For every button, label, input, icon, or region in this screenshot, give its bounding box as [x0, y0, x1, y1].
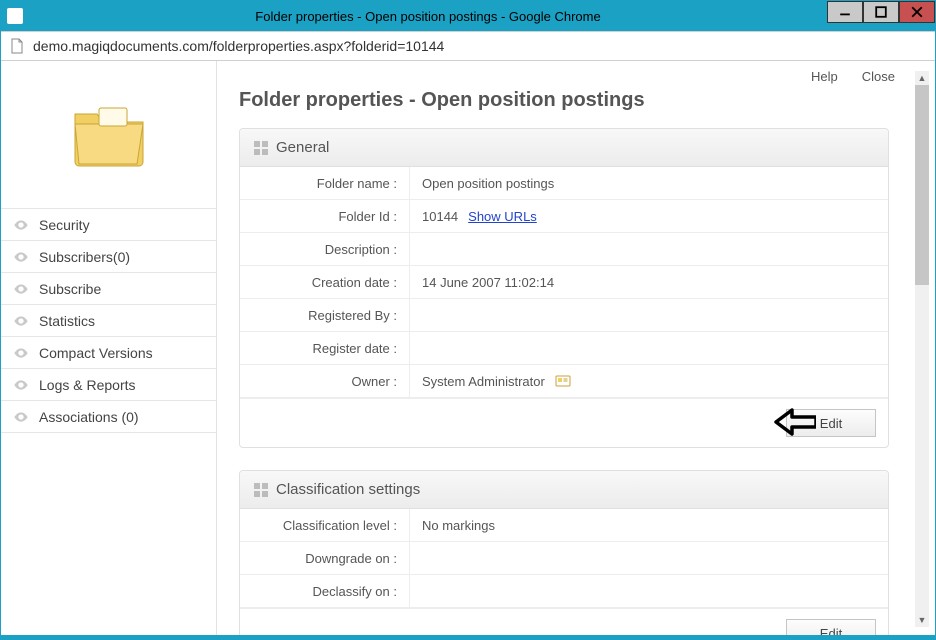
label-register-date: Register date :: [240, 332, 410, 364]
eye-icon: [13, 249, 29, 265]
edit-general-button[interactable]: Edit: [786, 409, 876, 437]
help-link[interactable]: Help: [811, 69, 838, 84]
sidebar-item-associations[interactable]: Associations (0): [1, 401, 216, 433]
label-folder-name: Folder name :: [240, 167, 410, 199]
sidebar-item-label: Associations (0): [39, 409, 139, 425]
top-links: Help Close: [811, 69, 895, 84]
value-folder-name: Open position postings: [410, 176, 554, 191]
minimize-button[interactable]: [827, 1, 863, 23]
eye-icon: [13, 217, 29, 233]
row-downgrade: Downgrade on :: [240, 542, 888, 575]
general-panel-title: General: [276, 139, 329, 156]
label-description: Description :: [240, 233, 410, 265]
label-declassify: Declassify on :: [240, 575, 410, 607]
scrollbar[interactable]: ▲ ▼: [915, 71, 929, 627]
sidebar-item-label: Logs & Reports: [39, 377, 136, 393]
main-content: Help Close Folder properties - Open posi…: [217, 61, 935, 635]
classification-panel-header: Classification settings: [240, 471, 888, 509]
folder-preview: [1, 61, 216, 209]
sidebar-item-label: Statistics: [39, 313, 95, 329]
row-folder-name: Folder name : Open position postings: [240, 167, 888, 200]
eye-icon: [13, 345, 29, 361]
eye-icon: [13, 313, 29, 329]
window-title: Folder properties - Open position postin…: [29, 9, 827, 24]
row-declassify: Declassify on :: [240, 575, 888, 608]
classification-panel: Classification settings Classification l…: [239, 470, 889, 635]
value-owner: System Administrator: [422, 374, 545, 389]
row-folder-id: Folder Id : 10144 Show URLs: [240, 200, 888, 233]
general-panel: General Folder name : Open position post…: [239, 128, 889, 448]
value-creation-date: 14 June 2007 11:02:14: [410, 275, 554, 290]
row-registered-by: Registered By :: [240, 299, 888, 332]
value-folder-id: 10144: [422, 209, 458, 224]
classification-panel-footer: Edit: [240, 608, 888, 635]
row-classification-level: Classification level : No markings: [240, 509, 888, 542]
sidebar-item-label: Security: [39, 217, 90, 233]
general-panel-footer: Edit: [240, 398, 888, 447]
sidebar-item-security[interactable]: Security: [1, 209, 216, 241]
label-downgrade: Downgrade on :: [240, 542, 410, 574]
label-classification-level: Classification level :: [240, 509, 410, 541]
row-description: Description :: [240, 233, 888, 266]
sidebar-item-label: Subscribers(0): [39, 249, 130, 265]
page-icon: [9, 38, 25, 54]
eye-icon: [13, 409, 29, 425]
sidebar-item-subscribe[interactable]: Subscribe: [1, 273, 216, 305]
close-link[interactable]: Close: [862, 69, 895, 84]
url-bar[interactable]: demo.magiqdocuments.com/folderproperties…: [1, 31, 935, 61]
row-register-date: Register date :: [240, 332, 888, 365]
label-folder-id: Folder Id :: [240, 200, 410, 232]
scroll-up-icon[interactable]: ▲: [915, 71, 929, 85]
label-owner: Owner :: [240, 365, 410, 397]
owner-card-icon[interactable]: [555, 373, 571, 389]
scroll-thumb[interactable]: [915, 85, 929, 285]
eye-icon: [13, 377, 29, 393]
close-window-button[interactable]: [899, 1, 935, 23]
sidebar-item-statistics[interactable]: Statistics: [1, 305, 216, 337]
app-icon: [7, 8, 23, 24]
label-registered-by: Registered By :: [240, 299, 410, 331]
sidebar-item-label: Subscribe: [39, 281, 101, 297]
panel-icon: [254, 141, 268, 155]
folder-icon: [69, 98, 149, 172]
general-panel-header: General: [240, 129, 888, 167]
sidebar-item-compact-versions[interactable]: Compact Versions: [1, 337, 216, 369]
sidebar-item-label: Compact Versions: [39, 345, 153, 361]
edit-classification-button[interactable]: Edit: [786, 619, 876, 635]
sidebar-item-logs-reports[interactable]: Logs & Reports: [1, 369, 216, 401]
row-creation-date: Creation date : 14 June 2007 11:02:14: [240, 266, 888, 299]
label-creation-date: Creation date :: [240, 266, 410, 298]
classification-panel-title: Classification settings: [276, 481, 420, 498]
panel-icon: [254, 483, 268, 497]
window-controls: [827, 1, 935, 31]
value-classification-level: No markings: [410, 518, 495, 533]
eye-icon: [13, 281, 29, 297]
row-owner: Owner : System Administrator: [240, 365, 888, 398]
sidebar-item-subscribers[interactable]: Subscribers(0): [1, 241, 216, 273]
url-text: demo.magiqdocuments.com/folderproperties…: [33, 38, 444, 54]
sidebar: Security Subscribers(0) Subscribe Statis…: [1, 61, 217, 635]
maximize-button[interactable]: [863, 1, 899, 23]
page-title: Folder properties - Open position postin…: [239, 89, 927, 112]
scroll-down-icon[interactable]: ▼: [915, 613, 929, 627]
window-titlebar: Folder properties - Open position postin…: [1, 1, 935, 31]
show-urls-link[interactable]: Show URLs: [468, 209, 537, 224]
sidebar-nav: Security Subscribers(0) Subscribe Statis…: [1, 209, 216, 433]
